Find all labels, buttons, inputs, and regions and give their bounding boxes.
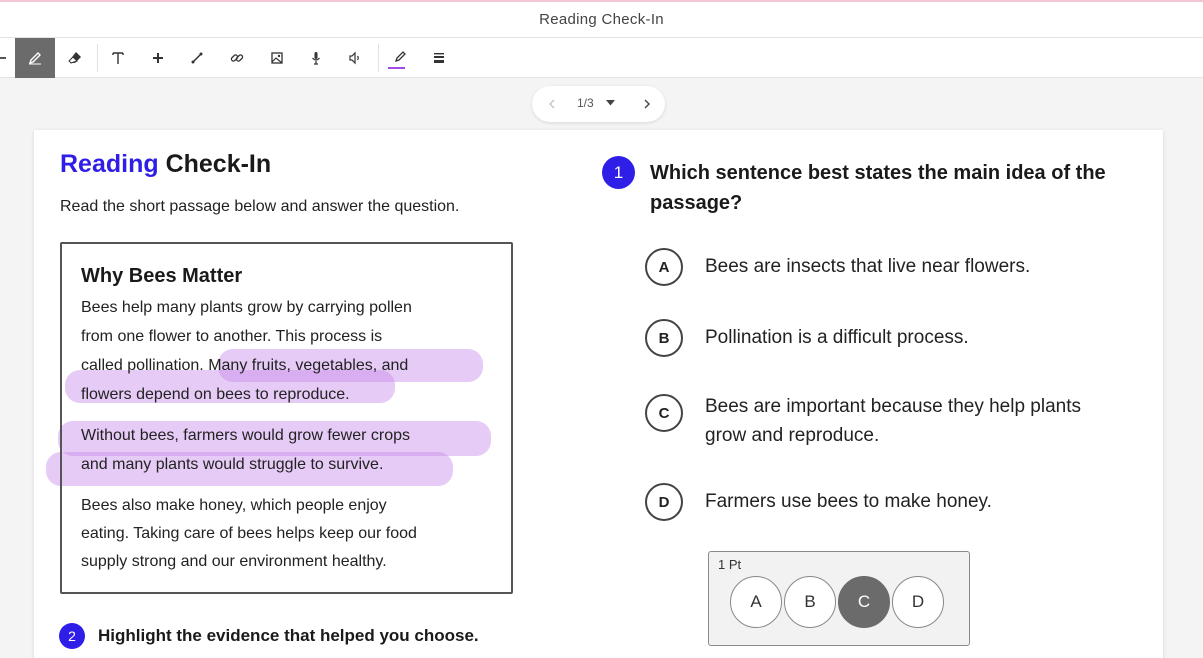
plus-icon [153, 53, 163, 63]
answer-button-c[interactable]: C [838, 576, 890, 628]
chevron-right-icon [644, 99, 650, 109]
worksheet-title: Reading Check-In [60, 150, 271, 179]
passage-line: Bees also make honey, which people enjoy [81, 497, 387, 514]
passage-line: called pollination. Many fruits, vegetab… [81, 357, 409, 374]
link-icon [230, 54, 244, 62]
question-1-badge: 1 [602, 156, 635, 189]
line-tool-button[interactable] [177, 38, 217, 78]
link-tool-button[interactable] [217, 38, 257, 78]
points-label: 1 Pt [718, 557, 742, 572]
page-indicator[interactable]: 1/3 [577, 96, 594, 110]
answer-button-d[interactable]: D [892, 576, 944, 628]
passage-line: flowers depend on bees to reproduce. [81, 386, 350, 403]
speaker-icon [349, 51, 359, 65]
passage-line: supply strong and our environment health… [81, 553, 387, 570]
window-title: Reading Check-In [539, 11, 664, 28]
title-accent-word: Reading [60, 150, 159, 178]
toolbar-edge-marker [0, 57, 6, 59]
title-rest: Check-In [158, 150, 272, 178]
option-c-text: Bees are important because they help pla… [705, 396, 1082, 446]
chevron-left-icon [549, 99, 555, 109]
passage-line: and many plants would struggle to surviv… [81, 456, 384, 473]
passage-line: Bees help many plants grow by carrying p… [81, 299, 412, 316]
next-page-button[interactable] [637, 94, 657, 114]
option-a-circle[interactable]: A [645, 248, 683, 286]
microphone-icon [312, 52, 320, 65]
option-b-circle[interactable]: B [645, 319, 683, 357]
toolbar-separator [378, 44, 379, 72]
previous-page-button[interactable] [542, 94, 562, 114]
title-bar: Reading Check-In [0, 2, 1203, 38]
passage-box: Why Bees Matter Bees help many plants gr… [60, 242, 513, 594]
option-b-text: Pollination is a difficult process. [705, 327, 969, 348]
pen-tool-button[interactable] [15, 38, 55, 78]
text-tool-button[interactable] [98, 38, 138, 78]
text-icon [112, 52, 124, 64]
speaker-tool-button[interactable] [335, 38, 375, 78]
question-2-badge: 2 [59, 623, 85, 649]
menu-lines-icon [434, 53, 444, 63]
answer-button-b[interactable]: B [784, 576, 836, 628]
highlighter-tool-button[interactable] [380, 38, 420, 78]
eraser-icon [68, 52, 81, 64]
passage-heading: Why Bees Matter [81, 265, 243, 287]
option-a-text: Bees are insects that live near flowers. [705, 256, 1031, 277]
passage-line: Without bees, farmers would grow fewer c… [81, 427, 411, 444]
instructions-text: Read the short passage below and answer … [60, 198, 460, 215]
option-d-text: Farmers use bees to make honey. [705, 491, 992, 512]
question-2-text: Highlight the evidence that helped you c… [98, 626, 479, 645]
passage-line: from one flower to another. This process… [81, 328, 383, 345]
worksheet-page: Reading Check-In Read the short passage … [34, 130, 1163, 658]
caret-down-icon[interactable] [606, 100, 615, 106]
question-1-text: Which sentence best states the main idea… [650, 162, 1106, 214]
answer-choice-panel: 1 Pt A B C D [708, 551, 970, 646]
microphone-tool-button[interactable] [296, 38, 336, 78]
highlighter-icon [394, 51, 406, 63]
page-navigator: 1/3 [532, 86, 665, 122]
option-d-circle[interactable]: D [645, 483, 683, 521]
option-c-circle[interactable]: C [645, 394, 683, 432]
highlighter-color-indicator [388, 67, 405, 69]
eraser-tool-button[interactable] [55, 38, 95, 78]
image-icon [271, 52, 283, 64]
passage-line: eating. Taking care of bees helps keep o… [81, 525, 417, 542]
pen-icon [28, 52, 41, 65]
line-icon [191, 52, 203, 64]
annotation-toolbar [0, 38, 1203, 78]
answer-button-a[interactable]: A [730, 576, 782, 628]
plus-tool-button[interactable] [138, 38, 178, 78]
image-tool-button[interactable] [257, 38, 297, 78]
line-weight-tool-button[interactable] [419, 38, 459, 78]
